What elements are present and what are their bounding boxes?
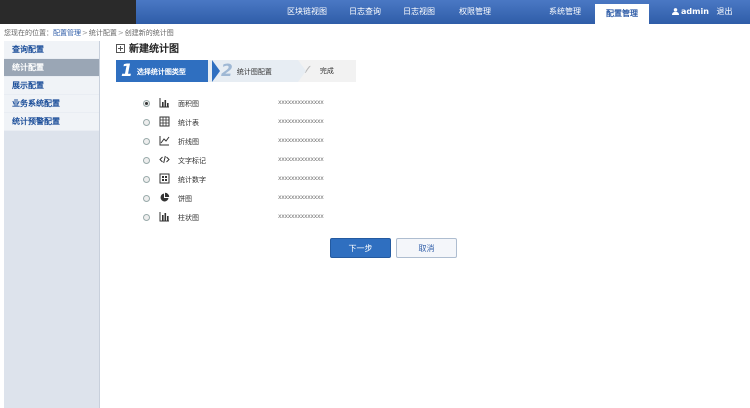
radio-button[interactable] [143,195,150,202]
chart-type-label: 柱状图 [178,214,199,222]
radio-button[interactable] [143,138,150,145]
sidebar-item-business-system-config[interactable]: 业务系统配置 [4,95,99,113]
user-menu: admin 退出 [672,0,733,24]
line-chart-icon [159,136,170,146]
logo-area [0,0,136,24]
radio-button[interactable] [143,100,150,107]
chart-type-option[interactable]: 柱状图 xxxxxxxxxxxxxx [143,211,343,225]
grid-number-icon [159,173,170,184]
step-2-arrow [298,60,306,82]
radio-button[interactable] [143,176,150,183]
step-3-label: 完成 [319,67,334,75]
nav-log-view[interactable]: 日志视图 [394,0,444,24]
step-1-label: 选择统计图类型 [136,68,186,76]
sidebar: 查询配置 统计配置 展示配置 业务系统配置 统计预警配置 [4,41,100,408]
bar-chart-icon [159,212,169,222]
chart-type-option[interactable]: 统计表 xxxxxxxxxxxxxx [143,116,343,130]
chart-type-description: xxxxxxxxxxxxxx [278,213,324,220]
chart-type-label: 面积图 [178,100,199,108]
logout-link[interactable]: 退出 [717,7,733,16]
chart-type-option[interactable]: 文字标记 xxxxxxxxxxxxxx [143,154,343,168]
chart-type-description: xxxxxxxxxxxxxx [278,137,324,144]
chart-type-option[interactable]: 统计数字 xxxxxxxxxxxxxx [143,173,343,187]
breadcrumb-stat-config[interactable]: 统计配置 [89,29,117,37]
chart-type-label: 折线图 [178,138,199,146]
breadcrumb: 您现在的位置：配置管理>统计配置>创建新的统计图 [4,27,174,39]
nav-blockchain-view[interactable]: 区块链视图 [278,0,336,24]
breadcrumb-config-management[interactable]: 配置管理 [53,29,81,37]
sidebar-item-query-config[interactable]: 查询配置 [4,41,99,59]
chart-type-label: 统计数字 [178,176,206,184]
user-icon [672,8,679,15]
breadcrumb-separator: > [117,29,124,37]
nav-permission-management[interactable]: 权限管理 [448,0,502,24]
table-icon [159,116,170,127]
step-1: 1 选择统计图类型 [116,60,212,82]
page-title-text: 新建统计图 [129,44,179,55]
step-1-arrow [212,60,220,82]
chart-type-option[interactable]: 折线图 xxxxxxxxxxxxxx [143,135,343,149]
next-step-button[interactable]: 下一步 [330,238,391,258]
chart-type-description: xxxxxxxxxxxxxx [278,99,324,106]
nav-system-management[interactable]: 系统管理 [538,0,592,24]
code-icon [159,155,170,164]
username: admin [681,7,709,16]
chart-type-label: 饼图 [178,195,192,203]
chart-type-description: xxxxxxxxxxxxxx [278,118,324,125]
chart-type-option[interactable]: 面积图 xxxxxxxxxxxxxx [143,97,343,111]
step-2-number: 2 [221,61,233,81]
chart-type-description: xxxxxxxxxxxxxx [278,156,324,163]
cancel-button[interactable]: 取消 [396,238,457,258]
sidebar-item-stat-config[interactable]: 统计配置 [4,59,99,77]
radio-button[interactable] [143,157,150,164]
breadcrumb-prefix: 您现在的位置： [4,29,53,37]
breadcrumb-current: 创建新的统计图 [124,29,174,37]
chart-type-description: xxxxxxxxxxxxxx [278,194,324,201]
sidebar-item-stat-alert-config[interactable]: 统计预警配置 [4,113,99,131]
step-2: 2 统计图配置 [208,60,298,82]
add-box-icon [116,44,125,53]
pie-chart-icon [160,192,170,202]
chart-type-option[interactable]: 饼图 xxxxxxxxxxxxxx [143,192,343,206]
breadcrumb-separator: > [82,29,88,37]
step-1-number: 1 [121,61,133,81]
radio-button[interactable] [143,119,150,126]
chart-type-label: 文字标记 [178,157,206,165]
nav-log-query[interactable]: 日志查询 [340,0,390,24]
area-chart-icon [159,98,169,108]
chart-type-label: 统计表 [178,119,199,127]
chart-type-description: xxxxxxxxxxxxxx [278,175,324,182]
nav-config-management[interactable]: 配置管理 [595,4,649,24]
top-navbar: 区块链视图 日志查询 日志视图 权限管理 系统管理 配置管理 admin 退出 [0,0,750,24]
radio-button[interactable] [143,214,150,221]
sidebar-item-display-config[interactable]: 展示配置 [4,77,99,95]
page-title: 新建统计图 [116,44,179,56]
step-2-label: 统计图配置 [236,68,272,76]
